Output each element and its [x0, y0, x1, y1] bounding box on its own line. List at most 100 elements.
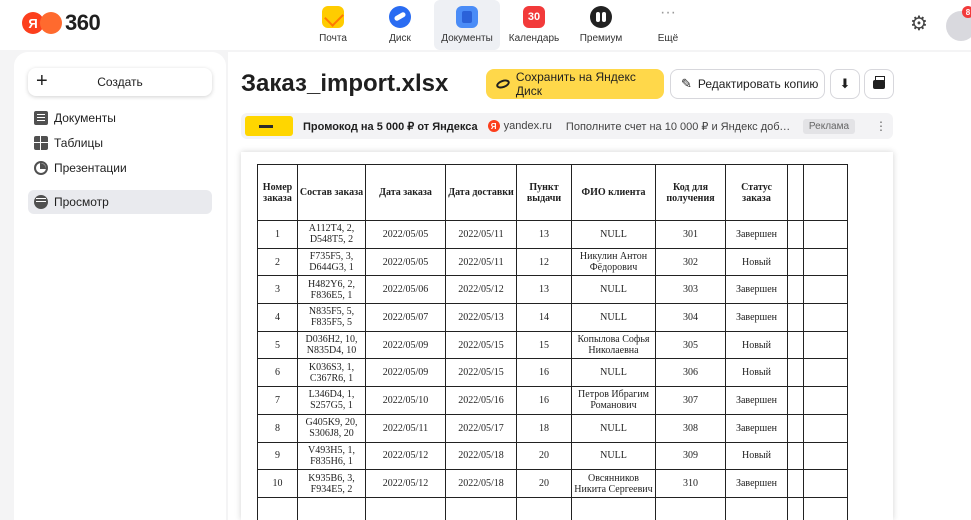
table-cell: 2022/05/11: [445, 220, 517, 249]
app-disk[interactable]: Диск: [367, 0, 433, 50]
table-cell: 302: [655, 247, 726, 277]
header-cell: ФИО клиента: [571, 164, 656, 221]
empty-cell: [787, 469, 804, 498]
table-cell: 2022/05/13: [445, 303, 517, 332]
empty-cell: [257, 496, 298, 520]
download-button[interactable]: ⬇: [830, 69, 860, 99]
header-cell: [803, 164, 848, 221]
empty-cell: [516, 496, 572, 520]
table-cell: F735F5, 3, D644G3, 1: [297, 247, 366, 277]
table-cell: 1: [257, 220, 298, 249]
table-row: [257, 496, 848, 520]
spreadsheet-preview: Номер заказа Состав заказа Дата заказа Д…: [241, 152, 893, 520]
app-label: Документы: [441, 33, 493, 44]
ad-domain: yandex.ru: [503, 120, 552, 132]
header-cell: Дата заказа: [365, 164, 446, 221]
table-cell: 16: [516, 358, 572, 388]
table-cell: D036H2, 10, N835D4, 10: [297, 330, 366, 360]
header-cell: Номер заказа: [257, 164, 298, 221]
empty-cell: [803, 303, 848, 332]
ad-title: Промокод на 5 000 ₽ от Яндекса: [303, 120, 478, 133]
more-vertical-icon[interactable]: ⋮: [875, 119, 887, 133]
table-cell: 2022/05/05: [365, 247, 446, 277]
sidebar-item-label: Таблицы: [54, 136, 104, 150]
app-premium[interactable]: Премиум: [568, 0, 634, 50]
app-mail[interactable]: Почта: [300, 0, 366, 50]
calendar-icon: 30: [523, 6, 545, 28]
table-cell: 307: [655, 386, 726, 415]
gear-icon[interactable]: ⚙: [908, 13, 930, 35]
table-cell: 2022/05/09: [365, 358, 446, 388]
download-icon: ⬇: [839, 76, 851, 91]
empty-cell: [787, 441, 804, 471]
table-cell: H482Y6, 2, F836E5, 1: [297, 275, 366, 305]
empty-cell: [297, 496, 366, 520]
table-cell: 10: [257, 469, 298, 498]
app-label: Календарь: [508, 33, 560, 44]
edit-copy-button[interactable]: ✎ Редактировать копию: [670, 69, 825, 99]
table-cell: NULL: [571, 275, 656, 305]
ad-banner[interactable]: Промокод на 5 000 ₽ от Яндекса Я yandex.…: [241, 113, 893, 139]
sidebar-item-label: Презентации: [54, 161, 127, 175]
empty-cell: [803, 275, 848, 305]
table-row: 7 L346D4, 1, S257G5, 1 2022/05/10 2022/05/1…: [257, 386, 848, 415]
app-label: Ещё: [657, 33, 679, 44]
table-cell: 3: [257, 275, 298, 305]
table-cell: 2022/05/10: [365, 386, 446, 415]
save-to-disk-button[interactable]: Сохранить на Яндекс Диск: [486, 69, 664, 99]
table-row: 2 F735F5, 3, D644G3, 1 2022/05/05 2022/05/1…: [257, 247, 848, 277]
table-cell: 14: [516, 303, 572, 332]
empty-cell: [803, 496, 848, 520]
empty-cell: [787, 247, 804, 277]
empty-cell: [803, 358, 848, 388]
sidebar-item-label: Документы: [54, 111, 116, 125]
sidebar-item-view[interactable]: Просмотр: [28, 190, 212, 214]
sidebar-item-documents[interactable]: Документы: [28, 106, 212, 130]
table-row: 3 H482Y6, 2, F836E5, 1 2022/05/06 2022/05/1…: [257, 275, 848, 305]
table-cell: 2022/05/18: [445, 469, 517, 498]
empty-cell: [803, 220, 848, 249]
empty-cell: [803, 247, 848, 277]
table-cell: 9: [257, 441, 298, 471]
create-button[interactable]: + Создать: [28, 68, 212, 96]
empty-cell: [803, 413, 848, 443]
table-cell: 308: [655, 413, 726, 443]
table-cell: 310: [655, 469, 726, 498]
table-cell: 13: [516, 275, 572, 305]
table-cell: Овсянников Никита Сергеевич: [571, 469, 656, 498]
table-row: 8 G405K9, 20, S306J8, 20 2022/05/11 2022/05…: [257, 413, 848, 443]
empty-cell: [445, 496, 517, 520]
empty-cell: [803, 469, 848, 498]
table-cell: 6: [257, 358, 298, 388]
empty-cell: [787, 358, 804, 388]
app-label: Диск: [389, 33, 411, 44]
app-more[interactable]: ··· Ещё: [635, 0, 701, 50]
empty-cell: [787, 496, 804, 520]
disk-icon: [389, 6, 411, 28]
plus-icon: +: [36, 70, 48, 92]
yandex-360-logo[interactable]: Я 360: [22, 10, 101, 36]
app-calendar[interactable]: 30 Календарь: [501, 0, 567, 50]
table-cell: 2022/05/12: [365, 441, 446, 471]
view-icon: [34, 195, 48, 209]
tables-icon: [34, 136, 48, 150]
table-cell: Копылова Софья Николаевна: [571, 330, 656, 360]
table-cell: NULL: [571, 413, 656, 443]
table-cell: 2022/05/11: [445, 247, 517, 277]
table-row: 4 N835F5, 5, F835F5, 5 2022/05/07 2022/05/1…: [257, 303, 848, 332]
table-header-row: Номер заказа Состав заказа Дата заказа Д…: [257, 164, 848, 221]
header-cell: Пункт выдачи: [516, 164, 572, 221]
premium-icon: [590, 6, 612, 28]
print-button[interactable]: [864, 69, 894, 99]
header-cell: Состав заказа: [297, 164, 366, 221]
empty-cell: [803, 386, 848, 415]
app-documents[interactable]: Документы: [434, 0, 500, 50]
sidebar-item-tables[interactable]: Таблицы: [28, 131, 212, 155]
table-row: 5 D036H2, 10, N835D4, 10 2022/05/09 2022/05…: [257, 330, 848, 360]
empty-cell: [655, 496, 726, 520]
table-cell: 4: [257, 303, 298, 332]
sidebar-item-presentations[interactable]: Презентации: [28, 156, 212, 180]
table-cell: 2022/05/11: [365, 413, 446, 443]
table-cell: 309: [655, 441, 726, 471]
table-cell: 2022/05/18: [445, 441, 517, 471]
